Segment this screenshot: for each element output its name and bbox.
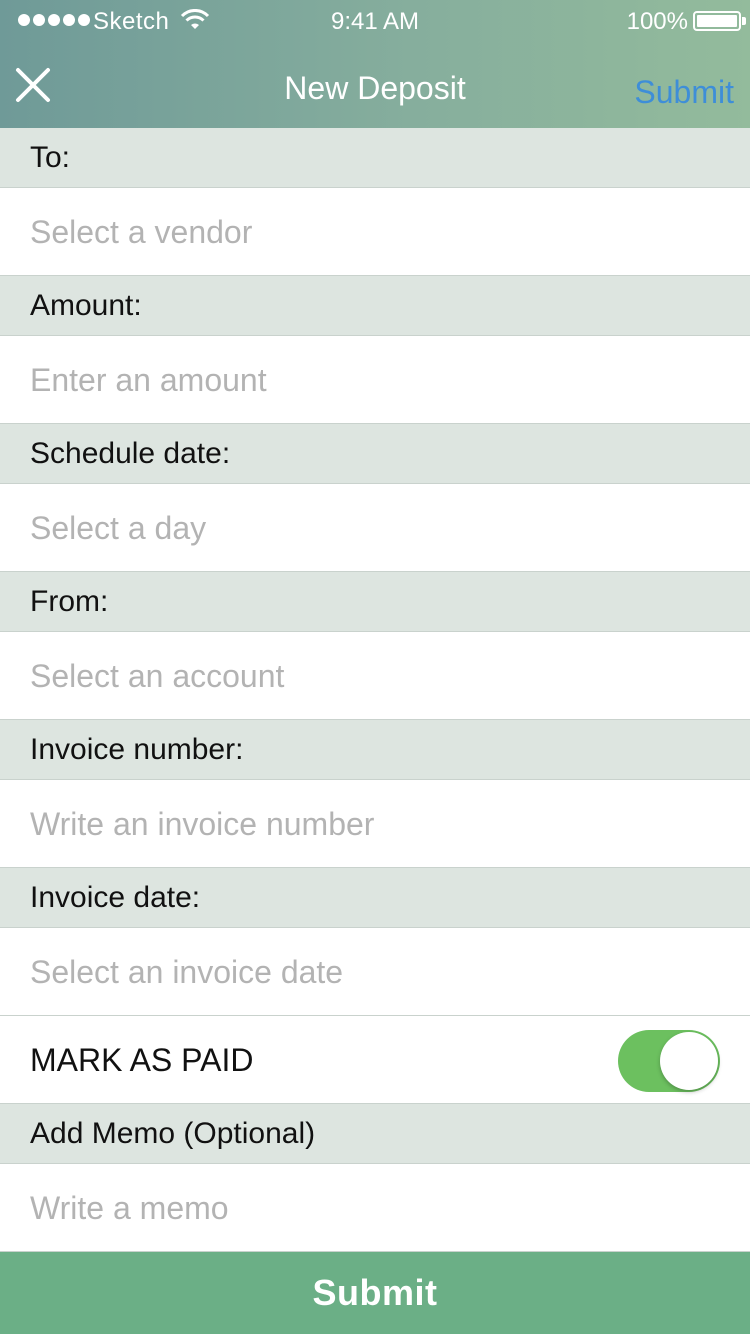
schedule-date-field[interactable]: Select a day: [0, 484, 750, 572]
invoice-number-label: Invoice number:: [0, 720, 750, 780]
submit-button[interactable]: Submit: [0, 1252, 750, 1334]
deposit-form: To: Select a vendor Amount: Enter an amo…: [0, 128, 750, 1252]
memo-field[interactable]: Write a memo: [0, 1164, 750, 1252]
close-icon: [16, 68, 50, 102]
header-submit-button[interactable]: Submit: [634, 74, 734, 111]
mark-as-paid-label: MARK AS PAID: [30, 1042, 254, 1078]
schedule-date-label: Schedule date:: [0, 424, 750, 484]
battery-percentage: 100%: [626, 8, 688, 35]
to-label: To:: [0, 128, 750, 188]
invoice-date-field[interactable]: Select an invoice date: [0, 928, 750, 1016]
account-field[interactable]: Select an account: [0, 632, 750, 720]
battery-tip: [742, 17, 746, 25]
amount-field[interactable]: Enter an amount: [0, 336, 750, 424]
invoice-date-label: Invoice date:: [0, 868, 750, 928]
invoice-number-field[interactable]: Write an invoice number: [0, 780, 750, 868]
from-label: From:: [0, 572, 750, 632]
battery-icon: [693, 11, 741, 31]
mark-as-paid-row: MARK AS PAID: [0, 1016, 750, 1104]
status-bar: Sketch 9:41 AM 100%: [0, 0, 750, 44]
mark-as-paid-toggle[interactable]: [618, 1030, 720, 1092]
vendor-field[interactable]: Select a vendor: [0, 188, 750, 276]
amount-label: Amount:: [0, 276, 750, 336]
header: Sketch 9:41 AM 100% New Deposit Submit: [0, 0, 750, 128]
memo-label: Add Memo (Optional): [0, 1104, 750, 1164]
close-button[interactable]: [10, 62, 56, 108]
toggle-knob: [660, 1032, 718, 1090]
